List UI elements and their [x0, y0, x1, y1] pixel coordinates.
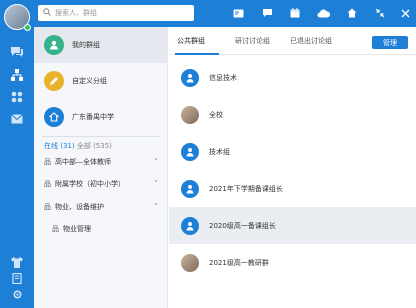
group-row[interactable]: 技术组	[169, 133, 416, 170]
group-row[interactable]: 2021级高一教研群	[169, 244, 416, 281]
manage-button[interactable]: 管理	[372, 36, 408, 49]
chevron-down-icon: ˅	[154, 180, 159, 188]
tab-discussion-groups[interactable]: 研讨讨论组	[235, 36, 270, 46]
message-icon[interactable]	[260, 6, 274, 20]
tab-public-groups[interactable]: 公共群组	[177, 36, 205, 46]
org-tree-icon: 品	[44, 180, 51, 188]
org-tree-icon: 品	[44, 158, 51, 166]
nav-school[interactable]: 广东番禺中学	[34, 99, 168, 135]
group-avatar-icon	[181, 216, 199, 235]
card-icon[interactable]	[231, 6, 245, 20]
tree-node[interactable]: 品 附属学校（初中小学） ˅	[34, 176, 168, 192]
nav-label: 自定义分组	[72, 77, 107, 85]
org-tree-icon: 品	[44, 203, 51, 211]
tshirt-icon[interactable]	[9, 254, 25, 270]
tree-node-child[interactable]: 品 物业管理	[34, 221, 168, 237]
nav-custom-groups[interactable]: 自定义分组	[34, 63, 168, 99]
member-count: 在线 (31) 全部 (535)	[44, 141, 112, 151]
group-name: 2021年下学期备课组长	[209, 184, 283, 193]
tree-label: 高中部—全体教师	[55, 158, 111, 166]
tree-label: 附属学校（初中小学）	[55, 180, 125, 188]
group-avatar-icon	[181, 142, 199, 161]
search-input[interactable]	[55, 9, 185, 17]
divider	[42, 136, 160, 137]
nav-label: 广东番禺中学	[72, 113, 114, 121]
group-navigation-panel: 我的群组 自定义分组 广东番禺中学 在线 (31) 全部 (535) 品 高中部…	[34, 27, 168, 308]
cloud-icon[interactable]	[316, 6, 330, 20]
group-name: 技术组	[209, 147, 230, 156]
group-avatar-icon	[181, 68, 199, 87]
chevron-up-icon: ˄	[154, 203, 159, 211]
tree-label: 物业、设备维护	[55, 203, 104, 211]
group-list-panel: 公共群组 研讨讨论组 已退出讨论组 管理 信息技术 全校 技术组 2021年下学…	[169, 27, 416, 308]
online-status-dot	[24, 24, 31, 31]
contacts-icon[interactable]	[9, 67, 25, 83]
group-avatar-photo	[181, 253, 199, 272]
bookmark-icon[interactable]	[9, 270, 25, 286]
tree-node[interactable]: 品 物业、设备维护 ˄	[34, 199, 168, 215]
group-name: 2021级高一教研群	[209, 258, 269, 267]
active-tab-indicator	[175, 53, 219, 55]
group-people-icon	[44, 35, 64, 55]
settings-icon[interactable]	[9, 286, 25, 302]
online-count[interactable]: 在线 (31)	[44, 142, 75, 150]
nav-label: 我的群组	[72, 41, 100, 49]
mail-icon[interactable]	[9, 111, 25, 127]
group-row-selected[interactable]: 2020级高一备课组长	[169, 207, 416, 244]
group-row[interactable]: 信息技术	[169, 59, 416, 96]
tab-exited-groups[interactable]: 已退出讨论组	[290, 36, 332, 46]
edit-icon	[44, 71, 64, 91]
close-icon[interactable]	[398, 6, 412, 20]
left-rail	[0, 0, 34, 308]
search-box[interactable]	[38, 5, 194, 21]
tab-bar: 公共群组 研讨讨论组 已退出讨论组 管理	[169, 27, 416, 55]
chat-icon[interactable]	[9, 44, 25, 60]
tree-label: 物业管理	[63, 225, 91, 233]
chevron-down-icon: ˅	[154, 158, 159, 166]
nav-my-groups[interactable]: 我的群组	[34, 27, 168, 63]
apps-icon[interactable]	[9, 89, 25, 105]
group-avatar-icon	[181, 179, 199, 198]
shrink-icon[interactable]	[373, 6, 387, 20]
search-icon	[43, 8, 51, 18]
home-icon[interactable]	[345, 6, 359, 20]
group-row[interactable]: 2021年下学期备课组长	[169, 170, 416, 207]
tree-node[interactable]: 品 高中部—全体教师 ˅	[34, 154, 168, 170]
group-name: 2020级高一备课组长	[209, 221, 276, 230]
org-tree-icon: 品	[52, 225, 59, 233]
top-bar	[34, 0, 416, 27]
school-home-icon	[44, 107, 64, 127]
calendar-icon[interactable]	[288, 6, 302, 20]
all-count[interactable]: 全部 (535)	[77, 142, 112, 150]
group-name: 全校	[209, 110, 223, 119]
group-row[interactable]: 全校	[169, 96, 416, 133]
group-name: 信息技术	[209, 73, 237, 82]
group-avatar-photo	[181, 105, 199, 124]
